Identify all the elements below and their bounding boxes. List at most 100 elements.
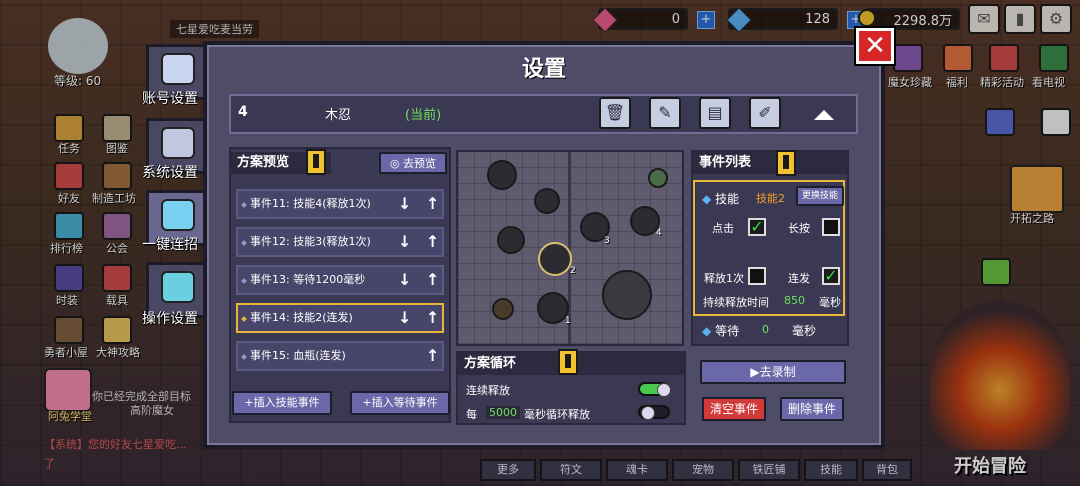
collapse-arrow-icon[interactable] [814,110,834,120]
potion-slot-node [492,298,514,320]
event-row-13[interactable]: 事件13: 等待1200毫秒 ↓ ↑ [236,265,444,295]
move-down-icon[interactable]: ↓ [398,271,411,289]
click-label: 点击 [712,222,734,235]
duration-label: 持续释放时间 [703,296,769,309]
loop-ms-suffix: 毫秒循环释放 [524,408,590,421]
event-row-14[interactable]: 事件14: 技能2(连发) ↓ ↑ [236,303,444,333]
gamepad-icon [161,271,195,303]
long-press-label: 长按 [788,222,810,235]
loop-every-label: 每 [466,408,477,421]
skill-slot-label-2: 2 [570,266,576,276]
move-down-icon[interactable]: ↓ [398,195,411,213]
change-skill-button[interactable]: 更换技能 [796,186,844,206]
delete-plan-button[interactable]: 🗑 [599,97,631,129]
tab-account-label: 账号设置 [142,91,198,107]
event-label: 事件15: 血瓶(连发) [250,349,346,362]
record-label: 去录制 [759,365,796,379]
record-icon: ▶ [750,365,760,379]
clipboard-icon: ▤ [707,103,723,122]
wait-diamond-icon: ◆ [702,324,712,338]
dialog-title: 设置 [521,57,566,82]
delete-event-button[interactable]: 删除事件 [780,397,844,421]
edit-plan-button[interactable]: ✐ [749,97,781,129]
clear-events-button[interactable]: 清空事件 [702,397,766,421]
burst-label: 连发 [788,272,810,285]
wrench-icon [161,127,195,159]
event-row-11[interactable]: 事件11: 技能4(释放1次) ↓ ↑ [236,189,444,219]
release-once-checkbox[interactable] [748,267,766,285]
bullet-icon [241,278,247,284]
move-up-icon[interactable]: ↑ [426,309,439,327]
insert-skill-event-button[interactable]: +插入技能事件 [232,391,332,415]
wait-input[interactable]: 0 [762,323,769,336]
release-once-label: 释放1次 [704,272,744,285]
event-row-15[interactable]: 事件15: 血瓶(连发) ↑ [236,341,444,371]
bullet-icon [241,354,247,360]
loop-ms-input[interactable]: 5000 [486,406,520,419]
click-checkbox[interactable]: ✓ [748,218,766,236]
insert-wait-label: 插入等待事件 [371,396,438,409]
bullet-icon [241,202,247,208]
record-button[interactable]: ▶去录制 [700,360,846,384]
duration-unit: 毫秒 [819,296,841,309]
skill-slot-node [534,188,560,214]
event-label: 事件14: 技能2(连发) [250,311,353,324]
skill-label: 技能 [715,192,740,206]
insert-wait-event-button[interactable]: +插入等待事件 [350,391,450,415]
trash-icon: 🗑 [604,103,626,122]
plan-name: 木忍 [325,108,352,123]
paste-plan-button[interactable]: ▤ [699,97,731,129]
tab-controls-label: 操作设置 [142,311,198,327]
event-label: 事件11: 技能4(释放1次) [250,197,371,210]
event-row-12[interactable]: 事件12: 技能3(释放1次) ↓ ↑ [236,227,444,257]
toggle-knob [657,383,671,397]
close-icon: ✕ [864,31,886,61]
skill-slot-label-1: 1 [565,316,571,326]
event-label: 事件12: 技能3(释放1次) [250,235,371,248]
loop-info-badge[interactable] [558,349,578,375]
long-press-checkbox[interactable] [822,218,840,236]
skill-diamond-icon: ◆ [702,192,712,206]
toggle-knob [641,406,655,420]
burst-checkbox[interactable]: ✓ [822,267,840,285]
insert-skill-label: 插入技能事件 [253,396,320,409]
bullet-icon [241,240,247,246]
skill-slot-node [487,160,517,190]
skill-row-label: ◆ 技能 [702,190,739,207]
tab-combo-label: 一键连招 [142,237,198,253]
wait-label: ◆ 等待 [702,322,739,339]
move-up-icon[interactable]: ↑ [426,233,439,251]
event-list-header: 事件列表 [693,152,847,174]
attack-slot-node [602,270,652,320]
duration-input[interactable]: 850 [784,294,805,307]
sword-icon [161,199,195,231]
event-list-info-badge[interactable] [776,150,796,176]
move-up-icon[interactable]: ↑ [426,271,439,289]
wait-text: 等待 [715,324,740,338]
continuous-toggle[interactable] [638,382,671,397]
small-green-node [648,168,668,188]
edit-box-icon: ✐ [758,103,772,122]
move-down-icon[interactable]: ↓ [398,233,411,251]
rename-plan-button[interactable]: ✎ [649,97,681,129]
skill-slot-node [497,226,525,254]
go-preview-button[interactable]: ◎ 去预览 [379,152,447,174]
skill-slot-label-3: 3 [604,236,610,246]
move-down-icon[interactable]: ↓ [398,309,411,327]
eraser-icon: ✎ [658,103,672,122]
move-up-icon[interactable]: ↑ [426,195,439,213]
continuous-label: 连续释放 [466,384,510,397]
skill-slot-label-4: 4 [656,228,662,238]
close-button[interactable]: ✕ [856,28,894,64]
tab-system-label: 系统设置 [142,165,198,181]
plan-current-tag: (当前) [405,108,442,123]
preview-info-badge[interactable] [306,149,326,175]
move-up-icon[interactable]: ↑ [426,347,439,365]
account-face-icon [161,53,195,85]
go-preview-label: 去预览 [403,157,437,170]
bullet-icon [241,316,247,322]
skill-slot-node-2 [538,242,572,276]
wait-unit: 毫秒 [792,324,817,338]
loop-toggle[interactable] [638,405,670,420]
event-label: 事件13: 等待1200毫秒 [250,273,366,286]
